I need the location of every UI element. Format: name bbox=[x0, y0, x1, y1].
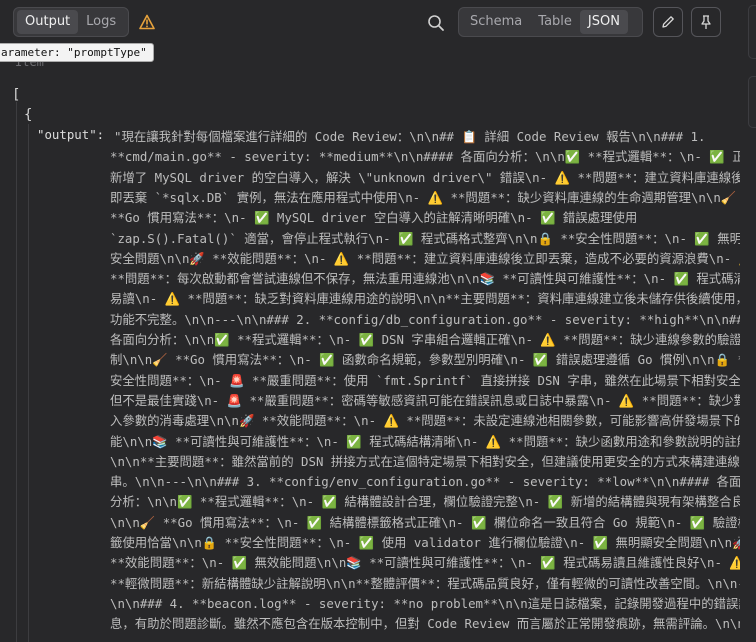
json-value-line: 安全性問題**：\n- 🚨 **嚴重問題**：使用 `fmt.Sprintf` … bbox=[110, 372, 740, 388]
pin-icon bbox=[701, 15, 711, 29]
json-value-line: **問題**：每次啟動都會嘗試連線但不保存，無法重用連線池\n\n📚 **可讀性… bbox=[110, 271, 740, 287]
json-value-line: "現在讓我針對每個檔案進行詳細的 Code Review：\n\n## 📋 詳細… bbox=[114, 129, 706, 144]
json-value-line: 即丟棄 `*sqlx.DB` 實例，無法在應用程式中使用\n- ⚠️ **問題*… bbox=[110, 189, 737, 205]
json-value-line: **cmd/main.go** - severity: **medium**\n… bbox=[110, 149, 740, 165]
json-value-line: 分析：\n\n✅ **程式邏輯**：\n- ✅ 結構體設計合理，欄位驗證完整\n… bbox=[110, 494, 740, 510]
tab-logs[interactable]: Logs bbox=[78, 10, 124, 34]
json-value-line: 但不是最佳實踐\n- 🚨 **嚴重問題**：密碼等敏感資訊可能在錯誤訊息或日誌中… bbox=[110, 392, 740, 408]
output-logs-tabs: Output Logs bbox=[13, 7, 129, 37]
side-panel-edge-top bbox=[748, 5, 756, 59]
indent-guide bbox=[16, 102, 17, 642]
json-value-line: 能\n\n📚 **可讀性與可維護性**：\n- ✅ 程式碼結構清晰\n- ⚠️ … bbox=[110, 433, 740, 449]
tab-schema[interactable]: Schema bbox=[462, 10, 530, 34]
tab-json[interactable]: JSON bbox=[579, 10, 628, 34]
json-value-line: \n\n### 4. **beacon.log** - severity: **… bbox=[110, 595, 740, 611]
json-value-line: **效能問題**：\n- ✅ 無效能問題\n\n📚 **可讀性與可維護性**：\… bbox=[110, 555, 740, 571]
json-key-output: "output": bbox=[37, 127, 105, 142]
pencil-icon bbox=[662, 16, 674, 28]
tab-output[interactable]: Output bbox=[17, 10, 79, 34]
view-mode-tabs: Schema Table JSON bbox=[458, 7, 643, 37]
tab-table[interactable]: Table bbox=[530, 10, 580, 34]
json-value-line: **Go 慣用寫法**：\n- ✅ MySQL driver 空白導入的註解清晰… bbox=[110, 210, 638, 226]
warning-triangle-icon[interactable] bbox=[139, 14, 155, 30]
json-value-line: 安全問題\n\n🚀 **效能問題**：\n- ⚠️ **問題**：建立資料庫連線… bbox=[110, 250, 740, 266]
json-value-line: 新增了 MySQL driver 的空白導入，解決 \"unknown driv… bbox=[110, 169, 740, 185]
json-value-line: 入參數的消毒處理\n\n🚀 **效能問題**：\n- ⚠️ **問題**：未設定… bbox=[110, 413, 740, 429]
json-value-line: \n\n🧹 **Go 慣用寫法**：\n- ✅ 結構體標籤格式正確\n- ✅ 欄… bbox=[110, 514, 740, 530]
json-object-open: { bbox=[24, 107, 33, 123]
json-value-line: 息，有助於問題診斷。雖然不應包含在版本控制中，但對 Code Review 而言… bbox=[110, 616, 740, 632]
indent-guide bbox=[28, 124, 29, 642]
json-value-line: 籤使用恰當\n\n🔒 **安全性問題**：\n- ✅ 使用 validator … bbox=[110, 535, 740, 550]
json-value-line: `zap.S().Fatal()` 適當，會停止程式執行\n- ✅ 程式碼格式整… bbox=[110, 230, 740, 246]
json-value-line: 串。\n\n---\n\n### 3. **config/env_configu… bbox=[110, 474, 740, 490]
search-icon[interactable] bbox=[427, 14, 445, 32]
parameter-tooltip: arameter: "promptType" bbox=[0, 43, 154, 62]
pin-button[interactable] bbox=[691, 7, 721, 37]
json-value-line: \n\n**主要問題**：雖然當前的 DSN 拼接方式在這個特定場景下相對安全，… bbox=[110, 453, 740, 469]
json-value-line: 各面向分析：\n\n✅ **程式邏輯**：\n- ✅ DSN 字串組合邏輯正確\… bbox=[110, 332, 740, 347]
json-value-line: 易讀\n- ⚠️ **問題**：缺乏對資料庫連線用途的說明\n\n**主要問題*… bbox=[110, 291, 740, 307]
json-value-line: 制\n\n🧹 **Go 慣用寫法**：\n- ✅ 函數命名規範，參數型別明確\n… bbox=[110, 352, 740, 368]
edit-button[interactable] bbox=[653, 7, 683, 37]
json-value-line: **輕微問題**：新結構體缺少註解說明\n\n**整體評價**：程式碼品質良好，… bbox=[110, 575, 740, 591]
json-value-line: 功能不完整。\n\n---\n\n### 2. **config/db_conf… bbox=[110, 311, 740, 327]
json-array-open: [ bbox=[12, 87, 21, 103]
output-toolbar: Output Logs Schema Table JSON bbox=[0, 0, 756, 46]
side-panel-edge-bottom bbox=[748, 76, 756, 128]
